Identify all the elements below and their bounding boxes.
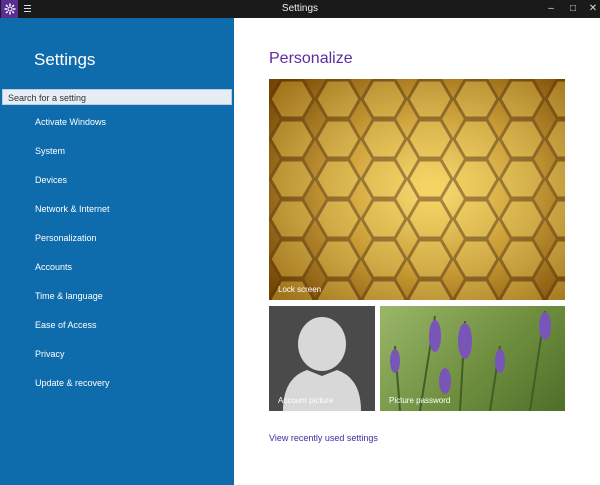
sidebar-item-privacy[interactable]: Privacy bbox=[35, 349, 65, 359]
search-input[interactable]: Search for a setting bbox=[2, 89, 232, 105]
honeycomb-image bbox=[269, 79, 565, 300]
lock-screen-tile[interactable]: Lock screen bbox=[269, 79, 565, 300]
page-title: Personalize bbox=[269, 50, 353, 67]
sidebar-item-ease-of-access[interactable]: Ease of Access bbox=[35, 320, 97, 330]
sidebar-item-accounts[interactable]: Accounts bbox=[35, 262, 72, 272]
title-bar: Settings – □ ✕ bbox=[0, 0, 600, 18]
sidebar-title: Settings bbox=[34, 50, 96, 69]
sidebar-item-system[interactable]: System bbox=[35, 146, 65, 156]
sidebar-item-devices[interactable]: Devices bbox=[35, 175, 67, 185]
lock-screen-label: Lock screen bbox=[278, 285, 322, 294]
close-icon[interactable]: ✕ bbox=[586, 2, 600, 16]
maximize-icon[interactable]: □ bbox=[566, 2, 580, 16]
window-title: Settings bbox=[281, 3, 319, 14]
sidebar-item-activate-windows[interactable]: Activate Windows bbox=[35, 117, 106, 127]
view-recent-settings-link[interactable]: View recently used settings bbox=[269, 433, 378, 443]
picture-password-tile[interactable]: Picture password bbox=[380, 306, 565, 411]
minimize-icon[interactable]: – bbox=[544, 2, 558, 16]
sidebar: Settings Search for a setting Activate W… bbox=[0, 18, 234, 485]
sidebar-item-update-recovery[interactable]: Update & recovery bbox=[35, 378, 110, 388]
picture-password-label: Picture password bbox=[389, 396, 451, 405]
sidebar-item-network-internet[interactable]: Network & Internet bbox=[35, 204, 110, 214]
account-picture-label: Account picture bbox=[278, 396, 334, 405]
sidebar-item-personalization[interactable]: Personalization bbox=[35, 233, 97, 243]
account-picture-tile[interactable]: Account picture bbox=[269, 306, 375, 411]
sidebar-item-time-language[interactable]: Time & language bbox=[35, 291, 103, 301]
